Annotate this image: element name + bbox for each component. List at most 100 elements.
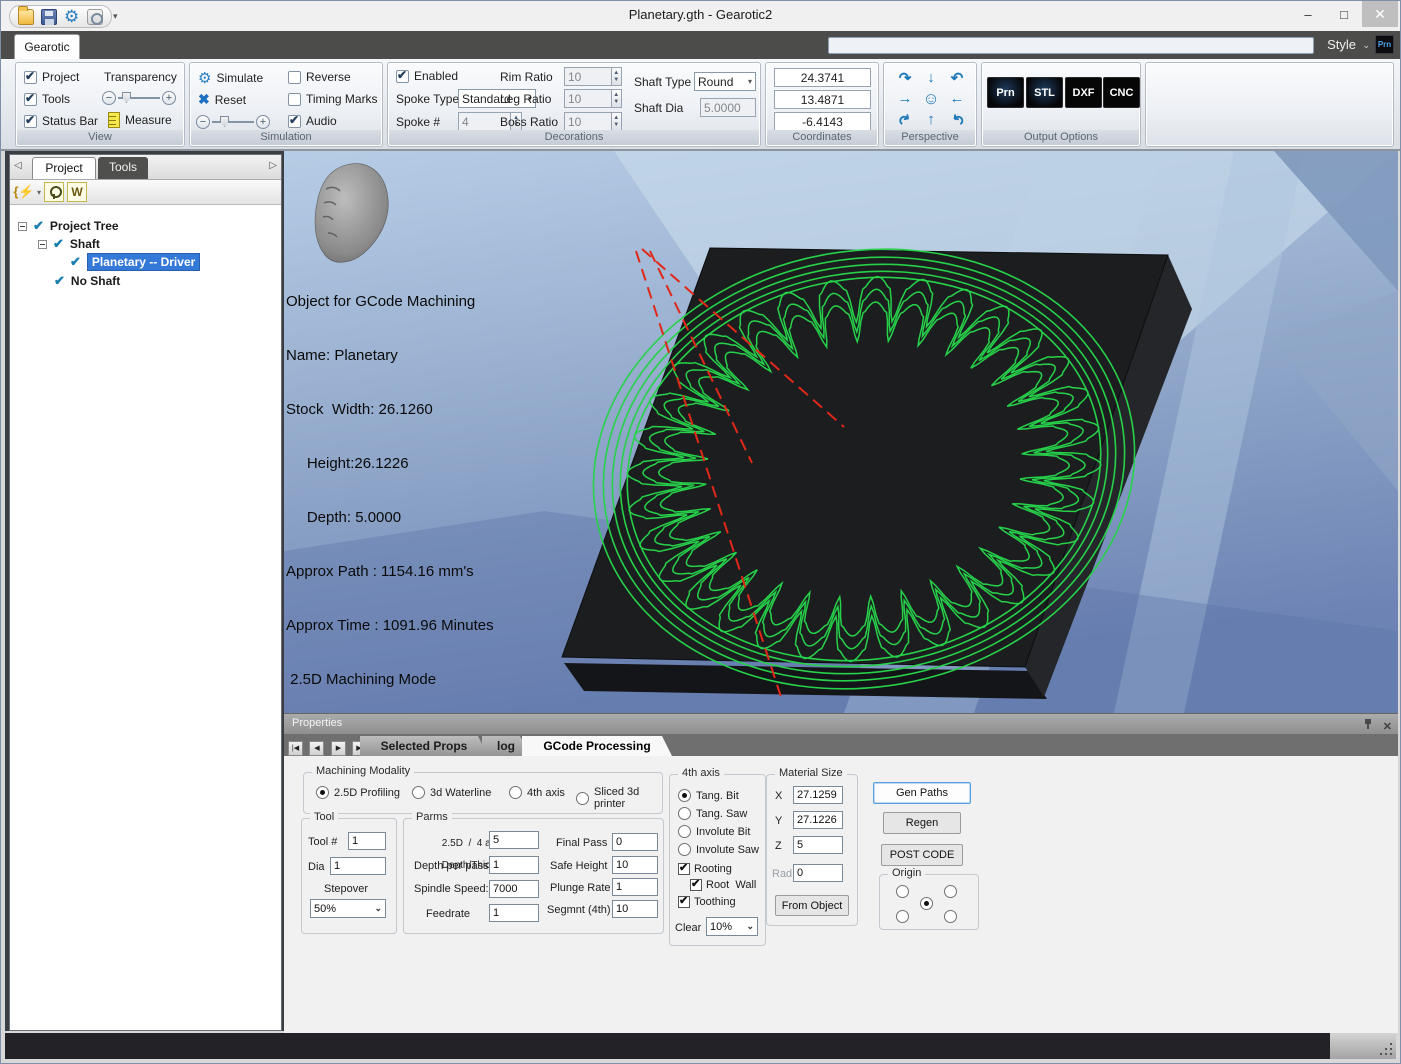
- stl-button[interactable]: STL: [1026, 77, 1063, 108]
- radio-tang-bit[interactable]: Tang. Bit: [678, 789, 739, 802]
- project-checkbox[interactable]: ✔Project: [24, 70, 79, 84]
- timing-marks-checkbox[interactable]: ✔Timing Marks: [288, 92, 378, 106]
- transparency-plus-icon[interactable]: +: [162, 91, 176, 105]
- tree-node-project-tree[interactable]: ✔ Project Tree: [18, 217, 119, 235]
- spindle-speed-field[interactable]: [489, 880, 539, 898]
- dxf-button[interactable]: DXF: [1065, 77, 1102, 108]
- enabled-checkbox[interactable]: ✔Enabled: [396, 69, 458, 83]
- style-caret-icon[interactable]: ⌄: [1362, 40, 1370, 51]
- tab-nav-prev-button[interactable]: ◀: [309, 741, 324, 756]
- boss-ratio-value[interactable]: [565, 113, 611, 130]
- tool-num-field[interactable]: [348, 832, 386, 850]
- leg-ratio-value[interactable]: [565, 90, 611, 107]
- roll-ccw-icon[interactable]: ↶: [946, 109, 968, 130]
- tree-node-planetary-driver[interactable]: ✔ Planetary -- Driver: [70, 253, 200, 271]
- tab-nav-next-button[interactable]: ▶: [331, 741, 346, 756]
- rim-ratio-spinner[interactable]: ▲▼: [564, 67, 622, 86]
- tab-selected-props[interactable]: Selected Props: [360, 736, 488, 756]
- rotate-cw-icon[interactable]: ↷: [899, 69, 912, 87]
- audio-checkbox[interactable]: ✔Audio: [288, 114, 337, 128]
- shaft-dia-field[interactable]: [700, 98, 756, 117]
- reset-view-smiley-icon[interactable]: ☺: [922, 89, 939, 109]
- coordinate-field-1[interactable]: [774, 68, 871, 87]
- boss-ratio-spinner[interactable]: ▲▼: [564, 112, 622, 131]
- material-rad-field[interactable]: [793, 864, 843, 882]
- regen-button[interactable]: Regen: [883, 812, 961, 834]
- shaft-type-select[interactable]: Round▾: [694, 72, 756, 91]
- stepover-select[interactable]: 50%⌄: [310, 899, 386, 918]
- radio-involute-bit[interactable]: Involute Bit: [678, 825, 750, 838]
- clear-select[interactable]: 10%⌄: [706, 917, 758, 936]
- braces-caret-icon[interactable]: ▾: [37, 188, 41, 197]
- panel-scroll-right-icon[interactable]: ▷: [269, 160, 277, 171]
- tilt-up-icon[interactable]: ↑: [927, 111, 935, 128]
- gen-paths-button[interactable]: Gen Paths: [873, 782, 971, 804]
- viewport-3d[interactable]: Object for GCode Machining Name: Planeta…: [284, 151, 1398, 713]
- transparency-slider-handle[interactable]: [122, 92, 131, 103]
- sim-minus-icon[interactable]: −: [196, 115, 210, 129]
- cnc-button[interactable]: CNC: [1103, 77, 1140, 108]
- measure-button[interactable]: Measure: [108, 112, 172, 128]
- braces-tool-icon[interactable]: {⚡: [14, 182, 34, 202]
- material-y-field[interactable]: [793, 811, 843, 829]
- maximize-button[interactable]: □: [1326, 1, 1362, 27]
- tab-nav-first-button[interactable]: |◀: [288, 741, 303, 756]
- pan-left-icon[interactable]: ←: [950, 90, 965, 107]
- collapse-icon[interactable]: [18, 222, 27, 231]
- radio-involute-saw[interactable]: Involute Saw: [678, 843, 759, 856]
- style-app-icon[interactable]: Prn: [1375, 35, 1394, 54]
- reverse-checkbox[interactable]: ✔Reverse: [288, 70, 351, 84]
- material-x-field[interactable]: [793, 786, 843, 804]
- final-pass-field[interactable]: [612, 833, 658, 851]
- radio-3d-waterline[interactable]: 3d Waterline: [412, 786, 491, 799]
- transparency-slider[interactable]: − +: [102, 91, 176, 105]
- simulate-button[interactable]: ⚙ Simulate: [198, 69, 263, 87]
- simulation-speed-slider[interactable]: − +: [196, 115, 270, 129]
- pin-icon[interactable]: [1363, 718, 1373, 730]
- properties-header[interactable]: Properties ✕: [284, 714, 1398, 734]
- rim-ratio-value[interactable]: [565, 68, 611, 85]
- root-wall-checkbox[interactable]: ✔Root Wall: [690, 879, 756, 891]
- pan-right-icon[interactable]: →: [898, 90, 913, 107]
- roll-cw-icon[interactable]: ↷: [894, 109, 916, 130]
- origin-bottom-right-radio[interactable]: [944, 910, 957, 923]
- tools-checkbox[interactable]: ✔Tools: [24, 92, 70, 106]
- tab-tools[interactable]: Tools: [98, 157, 148, 179]
- tab-project[interactable]: Project: [32, 157, 96, 179]
- plunge-rate-field[interactable]: [612, 878, 658, 896]
- post-code-button[interactable]: POST CODE: [881, 844, 963, 866]
- rotate-ccw-icon[interactable]: ↶: [951, 69, 964, 87]
- close-button[interactable]: ✕: [1362, 1, 1398, 27]
- coordinate-field-3[interactable]: [774, 112, 871, 131]
- tab-gearotic[interactable]: Gearotic: [14, 34, 80, 59]
- tilt-down-icon[interactable]: ↓: [927, 69, 935, 86]
- radio-25d-profiling[interactable]: 2.5D Profiling: [316, 786, 400, 799]
- radio-tang-saw[interactable]: Tang. Saw: [678, 807, 747, 820]
- safe-height-field[interactable]: [612, 856, 658, 874]
- magnifier-tool-icon[interactable]: [44, 182, 64, 202]
- print-button[interactable]: Prn: [987, 77, 1024, 108]
- depth-thickness-field[interactable]: [489, 831, 539, 849]
- radio-4th-axis[interactable]: 4th axis: [509, 786, 565, 799]
- panel-scroll-left-icon[interactable]: ◁: [14, 160, 22, 171]
- from-object-button[interactable]: From Object: [775, 895, 849, 916]
- origin-center-radio[interactable]: [920, 897, 933, 910]
- style-input[interactable]: [828, 37, 1314, 54]
- material-z-field[interactable]: [793, 836, 843, 854]
- segmnt-field[interactable]: [612, 900, 658, 918]
- sim-slider-handle[interactable]: [220, 116, 229, 127]
- toothing-checkbox[interactable]: ✔Toothing: [678, 896, 736, 908]
- transparency-minus-icon[interactable]: −: [102, 91, 116, 105]
- reset-button[interactable]: ✖ Reset: [198, 91, 246, 108]
- coordinate-field-2[interactable]: [774, 90, 871, 109]
- sim-plus-icon[interactable]: +: [256, 115, 270, 129]
- minimize-button[interactable]: –: [1290, 1, 1326, 27]
- collapse-icon[interactable]: [38, 240, 47, 249]
- tree-node-no-shaft[interactable]: ✔ No Shaft: [54, 272, 120, 290]
- radio-sliced-3d-printer[interactable]: Sliced 3d printer: [576, 786, 662, 810]
- origin-top-right-radio[interactable]: [944, 885, 957, 898]
- resize-grip[interactable]: [1330, 1033, 1396, 1059]
- leg-ratio-spinner[interactable]: ▲▼: [564, 89, 622, 108]
- feedrate-field[interactable]: [489, 904, 539, 922]
- statusbar-checkbox[interactable]: ✔Status Bar: [24, 114, 98, 128]
